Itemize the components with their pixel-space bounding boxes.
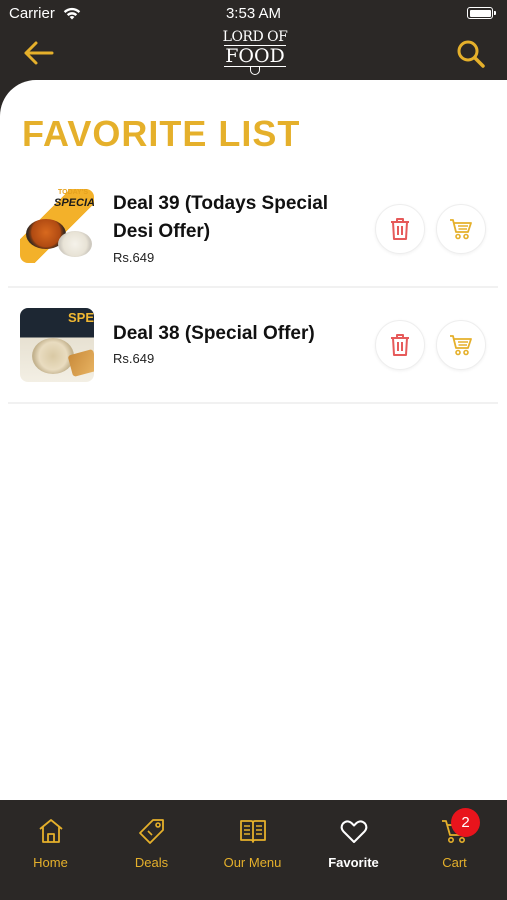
add-to-cart-button[interactable]: [436, 320, 486, 370]
tab-label: Home: [33, 855, 68, 870]
item-price: Rs.649: [113, 250, 155, 265]
deal-thumbnail: SPEC: [20, 308, 94, 382]
book-icon: [240, 820, 266, 843]
tab-home[interactable]: Home: [0, 800, 101, 900]
tab-deals[interactable]: Deals: [101, 800, 202, 900]
item-name: Deal 38 (Special Offer): [113, 323, 315, 344]
cart-icon: [450, 335, 472, 356]
trash-icon: [391, 334, 409, 356]
add-to-cart-button[interactable]: [436, 204, 486, 254]
thumb-label: SPECIAL: [54, 197, 94, 209]
thumb-caption: TODAY'S: [58, 189, 89, 196]
battery-icon: [467, 7, 496, 19]
food-image: [58, 231, 92, 257]
tab-label: Our Menu: [223, 855, 282, 870]
favorite-item[interactable]: SPEC Deal 38 (Special Offer) Rs.649: [8, 296, 498, 404]
main-content: FAVORITE LIST TODAY'S SPECIAL Deal 39 (T…: [0, 80, 507, 800]
clock: 3:53 AM: [225, 5, 282, 22]
heart-icon: [340, 820, 368, 843]
tab-label: Favorite: [328, 855, 379, 870]
search-icon[interactable]: [455, 38, 487, 70]
fork-icon: [250, 67, 260, 75]
tab-label: Deals: [134, 855, 169, 870]
bottom-tab-bar: Home Deals Our Menu Favorite Cart 2: [0, 800, 507, 900]
tab-favorite[interactable]: Favorite: [303, 800, 404, 900]
tab-our-menu[interactable]: Our Menu: [202, 800, 303, 900]
item-price: Rs.649: [113, 351, 155, 366]
item-name: Deal 39 (Todays Special Desi Offer): [113, 193, 329, 242]
deal-thumbnail: TODAY'S SPECIAL: [20, 189, 94, 263]
favorite-item[interactable]: TODAY'S SPECIAL Deal 39 (Todays Special …: [8, 180, 498, 288]
home-icon: [39, 819, 63, 843]
app-logo: LORD OF FOOD: [222, 30, 288, 76]
cart-icon: [450, 219, 472, 240]
tag-icon: [139, 819, 164, 844]
delete-button[interactable]: [375, 320, 425, 370]
tab-label: Cart: [442, 855, 467, 870]
thumb-label: SPEC: [68, 310, 94, 325]
arrow-left-icon[interactable]: [22, 38, 56, 68]
logo-line-1: LORD OF: [222, 29, 288, 45]
trash-icon: [391, 218, 409, 240]
app-header: LORD OF FOOD: [0, 28, 507, 80]
page-title: FAVORITE LIST: [22, 113, 301, 154]
logo-line-2: FOOD: [224, 45, 286, 67]
status-bar: Carrier 3:53 AM: [0, 0, 507, 28]
delete-button[interactable]: [375, 204, 425, 254]
cart-count-badge: 2: [451, 808, 480, 837]
